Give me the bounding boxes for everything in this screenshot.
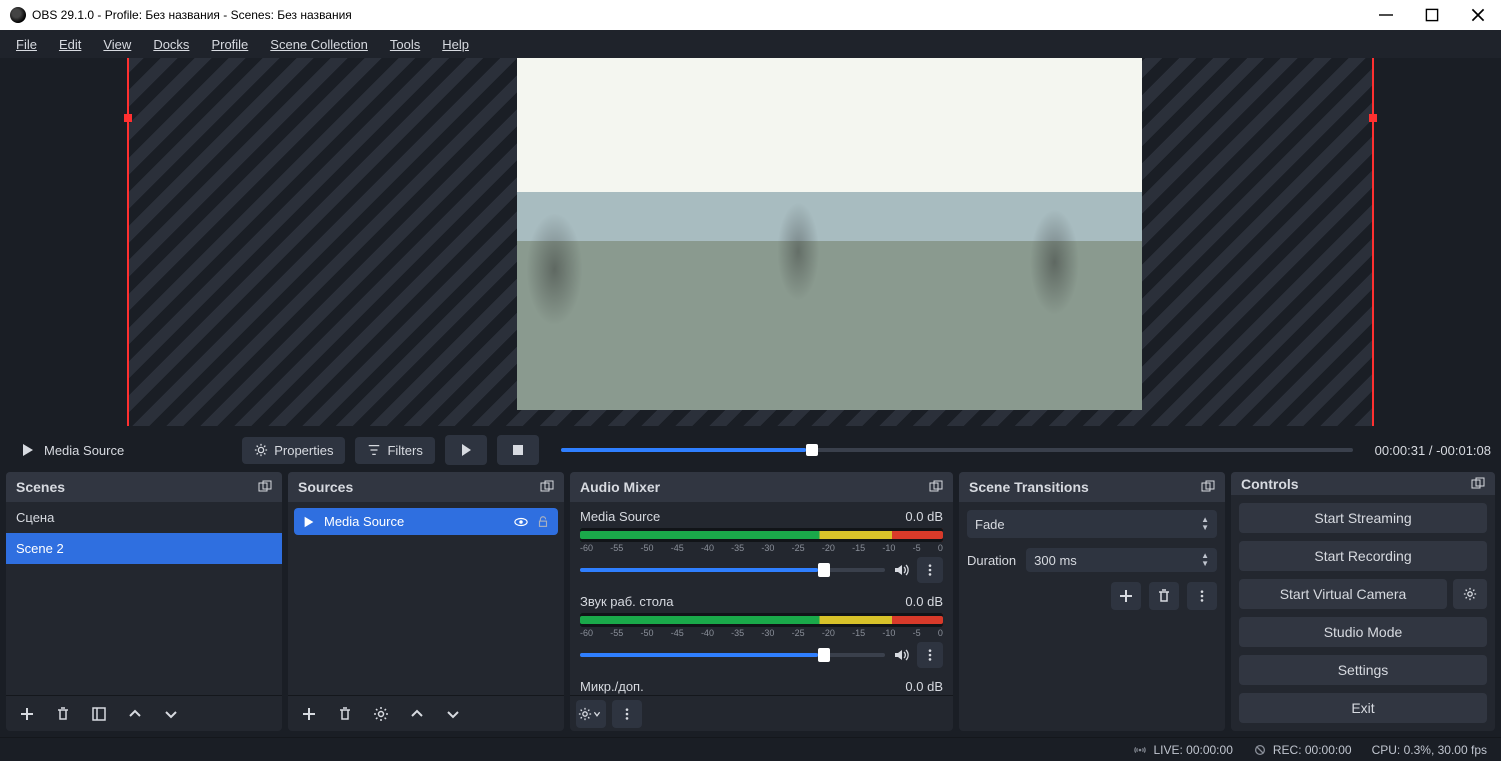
dock-popout-icon[interactable] — [1471, 477, 1485, 491]
media-play-button[interactable] — [445, 435, 487, 465]
menu-tools[interactable]: Tools — [380, 35, 430, 54]
mixer-channel-menu-button[interactable] — [917, 557, 943, 583]
transition-select[interactable]: Fade ▲▼ — [967, 510, 1217, 538]
mixer-settings-button[interactable] — [576, 700, 606, 728]
scene-item[interactable]: Сцена — [6, 502, 282, 533]
media-time-display: 00:00:31 / -00:01:08 — [1375, 443, 1491, 458]
status-cpu: CPU: 0.3%, 30.00 fps — [1372, 743, 1487, 757]
status-live: LIVE: 00:00:00 — [1133, 743, 1232, 757]
media-timeline[interactable] — [561, 448, 1353, 452]
window-titlebar: OBS 29.1.0 - Profile: Без названия - Sce… — [0, 0, 1501, 30]
menu-help[interactable]: Help — [432, 35, 479, 54]
start-streaming-button[interactable]: Start Streaming — [1239, 503, 1487, 533]
window-title: OBS 29.1.0 - Profile: Без названия - Sce… — [32, 8, 352, 22]
virtual-camera-settings-button[interactable] — [1453, 579, 1487, 609]
audio-meter — [580, 528, 943, 542]
transition-menu-button[interactable] — [1187, 582, 1217, 610]
menu-view[interactable]: View — [93, 35, 141, 54]
mixer-channel: Media Source 0.0 dB -60-55-50-45-40-35-30… — [570, 502, 953, 587]
transition-remove-button[interactable] — [1149, 582, 1179, 610]
dock-popout-icon[interactable] — [258, 480, 272, 494]
mixer-title: Audio Mixer — [580, 479, 660, 495]
transition-add-button[interactable] — [1111, 582, 1141, 610]
mixer-channel-db: 0.0 dB — [905, 594, 943, 609]
meter-ticks: -60-55-50-45-40-35-30-25-20-15-10-50 — [580, 628, 943, 638]
speaker-icon[interactable] — [893, 562, 909, 578]
obs-logo-icon — [10, 7, 26, 23]
controls-dock: Controls Start Streaming Start Recording… — [1231, 472, 1495, 731]
scene-move-up-button[interactable] — [120, 700, 150, 728]
volume-slider[interactable] — [580, 653, 885, 657]
filters-button[interactable]: Filters — [355, 437, 434, 464]
duration-spinbox[interactable]: 300 ms ▲▼ — [1026, 548, 1217, 572]
scenes-title: Scenes — [16, 479, 65, 495]
scene-add-button[interactable] — [12, 700, 42, 728]
scene-remove-button[interactable] — [48, 700, 78, 728]
transitions-dock: Scene Transitions Fade ▲▼ Duration 300 m… — [959, 472, 1225, 731]
preview-video[interactable] — [517, 58, 1142, 410]
media-stop-button[interactable] — [497, 435, 539, 465]
source-remove-button[interactable] — [330, 700, 360, 728]
start-recording-button[interactable]: Start Recording — [1239, 541, 1487, 571]
dock-popout-icon[interactable] — [1201, 480, 1215, 494]
source-move-up-button[interactable] — [402, 700, 432, 728]
source-properties-button[interactable] — [366, 700, 396, 728]
scene-move-down-button[interactable] — [156, 700, 186, 728]
menu-docks[interactable]: Docks — [143, 35, 199, 54]
status-bar: LIVE: 00:00:00 REC: 00:00:00 CPU: 0.3%, … — [0, 737, 1501, 761]
mixer-channel: Звук раб. стола 0.0 dB -60-55-50-45-40-35… — [570, 587, 953, 672]
sources-title: Sources — [298, 479, 353, 495]
media-control-bar: Media Source Properties Filters 00:00:31… — [0, 428, 1501, 472]
scene-filter-button[interactable] — [84, 700, 114, 728]
audio-mixer-dock: Audio Mixer Media Source 0.0 dB -60-55-50… — [570, 472, 953, 731]
source-lock-icon[interactable] — [536, 515, 550, 529]
window-minimize-button[interactable] — [1363, 0, 1409, 30]
selected-source-label: Media Source — [10, 436, 134, 464]
preview-area[interactable] — [0, 58, 1501, 428]
menu-file[interactable]: File — [6, 35, 47, 54]
menu-scene-collection[interactable]: Scene Collection — [260, 35, 378, 54]
crop-handle-right[interactable] — [1369, 114, 1377, 122]
scenes-dock: Scenes Сцена Scene 2 — [6, 472, 282, 731]
dock-popout-icon[interactable] — [929, 480, 943, 494]
chevron-updown-icon: ▲▼ — [1201, 552, 1209, 568]
meter-ticks: -60-55-50-45-40-35-30-25-20-15-10-50 — [580, 543, 943, 553]
sources-dock: Sources Media Source — [288, 472, 564, 731]
mixer-channel-name: Media Source — [580, 509, 660, 524]
crop-handle-left[interactable] — [124, 114, 132, 122]
source-visibility-icon[interactable] — [514, 515, 528, 529]
mixer-channel-name: Звук раб. стола — [580, 594, 673, 609]
mixer-channel-db: 0.0 dB — [905, 679, 943, 694]
source-add-button[interactable] — [294, 700, 324, 728]
chevron-updown-icon: ▲▼ — [1201, 516, 1209, 532]
mixer-channel: Микр./доп.0.0 dB -60-55-50-45-40-35-30-2… — [570, 672, 953, 695]
mixer-menu-button[interactable] — [612, 700, 642, 728]
settings-button[interactable]: Settings — [1239, 655, 1487, 685]
duration-label: Duration — [967, 553, 1016, 568]
scene-item[interactable]: Scene 2 — [6, 533, 282, 564]
speaker-icon[interactable] — [893, 647, 909, 663]
mixer-channel-db: 0.0 dB — [905, 509, 943, 524]
properties-button[interactable]: Properties — [242, 437, 345, 464]
transitions-title: Scene Transitions — [969, 479, 1089, 495]
mixer-channel-menu-button[interactable] — [917, 642, 943, 668]
menu-profile[interactable]: Profile — [201, 35, 258, 54]
source-item[interactable]: Media Source — [294, 508, 558, 535]
window-maximize-button[interactable] — [1409, 0, 1455, 30]
start-virtual-camera-button[interactable]: Start Virtual Camera — [1239, 579, 1447, 609]
menu-bar: File Edit View Docks Profile Scene Colle… — [0, 30, 1501, 58]
volume-slider[interactable] — [580, 568, 885, 572]
exit-button[interactable]: Exit — [1239, 693, 1487, 723]
audio-meter — [580, 613, 943, 627]
mixer-channel-name: Микр./доп. — [580, 679, 644, 694]
studio-mode-button[interactable]: Studio Mode — [1239, 617, 1487, 647]
menu-edit[interactable]: Edit — [49, 35, 91, 54]
dock-popout-icon[interactable] — [540, 480, 554, 494]
controls-title: Controls — [1241, 476, 1299, 492]
status-rec: REC: 00:00:00 — [1253, 743, 1352, 757]
source-move-down-button[interactable] — [438, 700, 468, 728]
window-close-button[interactable] — [1455, 0, 1501, 30]
